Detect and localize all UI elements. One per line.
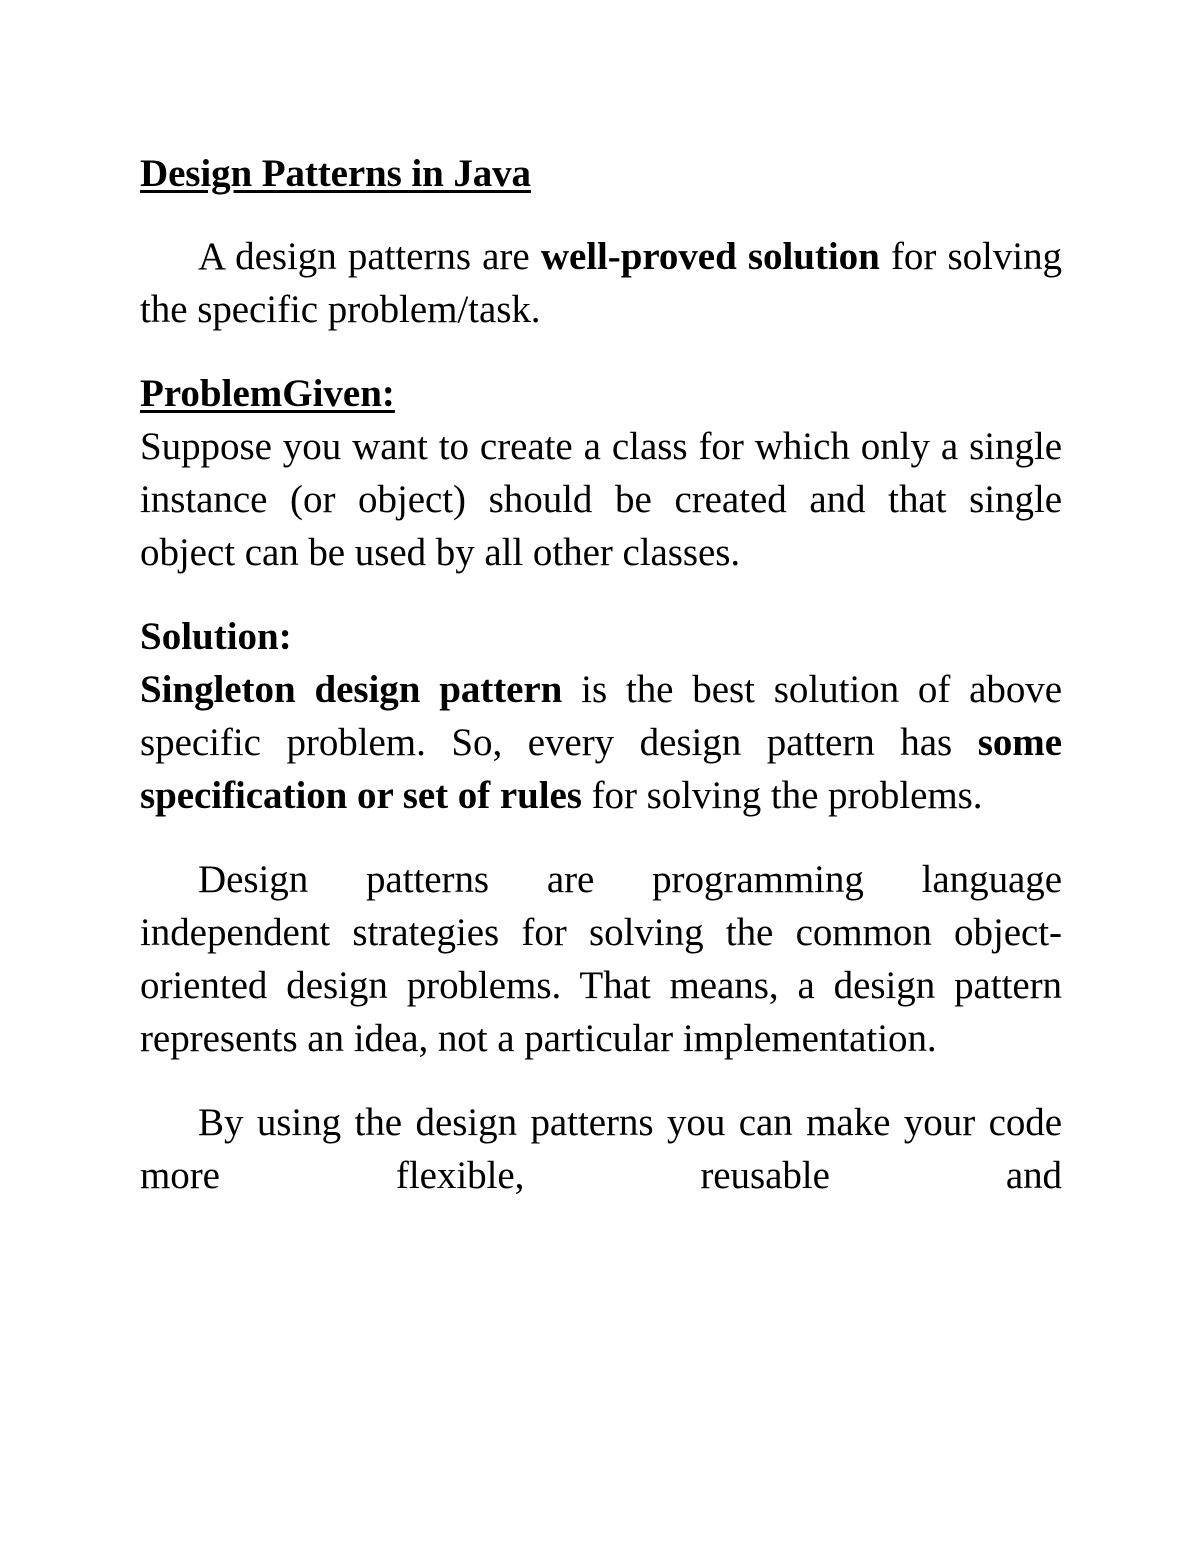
document-page: Design Patterns in Java A design pattern… [0, 0, 1200, 1553]
paragraph-benefits: By using the design patterns you can mak… [140, 1096, 1062, 1255]
text-run: By using the design patterns you can mak… [140, 1101, 1062, 1197]
paragraph-problem: Suppose you want to create a class for w… [140, 420, 1062, 579]
heading-solution: Solution: [140, 615, 292, 658]
text-run-bold: Singleton design pattern [140, 668, 563, 711]
paragraph-solution: Singleton design pattern is the best sol… [140, 663, 1062, 822]
paragraph-definition: A design patterns are well-proved soluti… [140, 230, 1062, 336]
document-body: Design Patterns in Java A design pattern… [140, 148, 1062, 1255]
text-run: for solving the problems. [581, 774, 983, 817]
text-run: Design patterns are programming language… [140, 858, 1062, 1060]
heading-problem-given: ProblemGiven: [140, 372, 395, 415]
paragraph-language-independent: Design patterns are programming language… [140, 853, 1062, 1065]
text-run-bold: well-proved solution [540, 235, 880, 278]
document-title: Design Patterns in Java [140, 152, 531, 195]
text-run: A design patterns are [198, 235, 541, 278]
text-run: Suppose you want to create a class for w… [140, 425, 1062, 574]
